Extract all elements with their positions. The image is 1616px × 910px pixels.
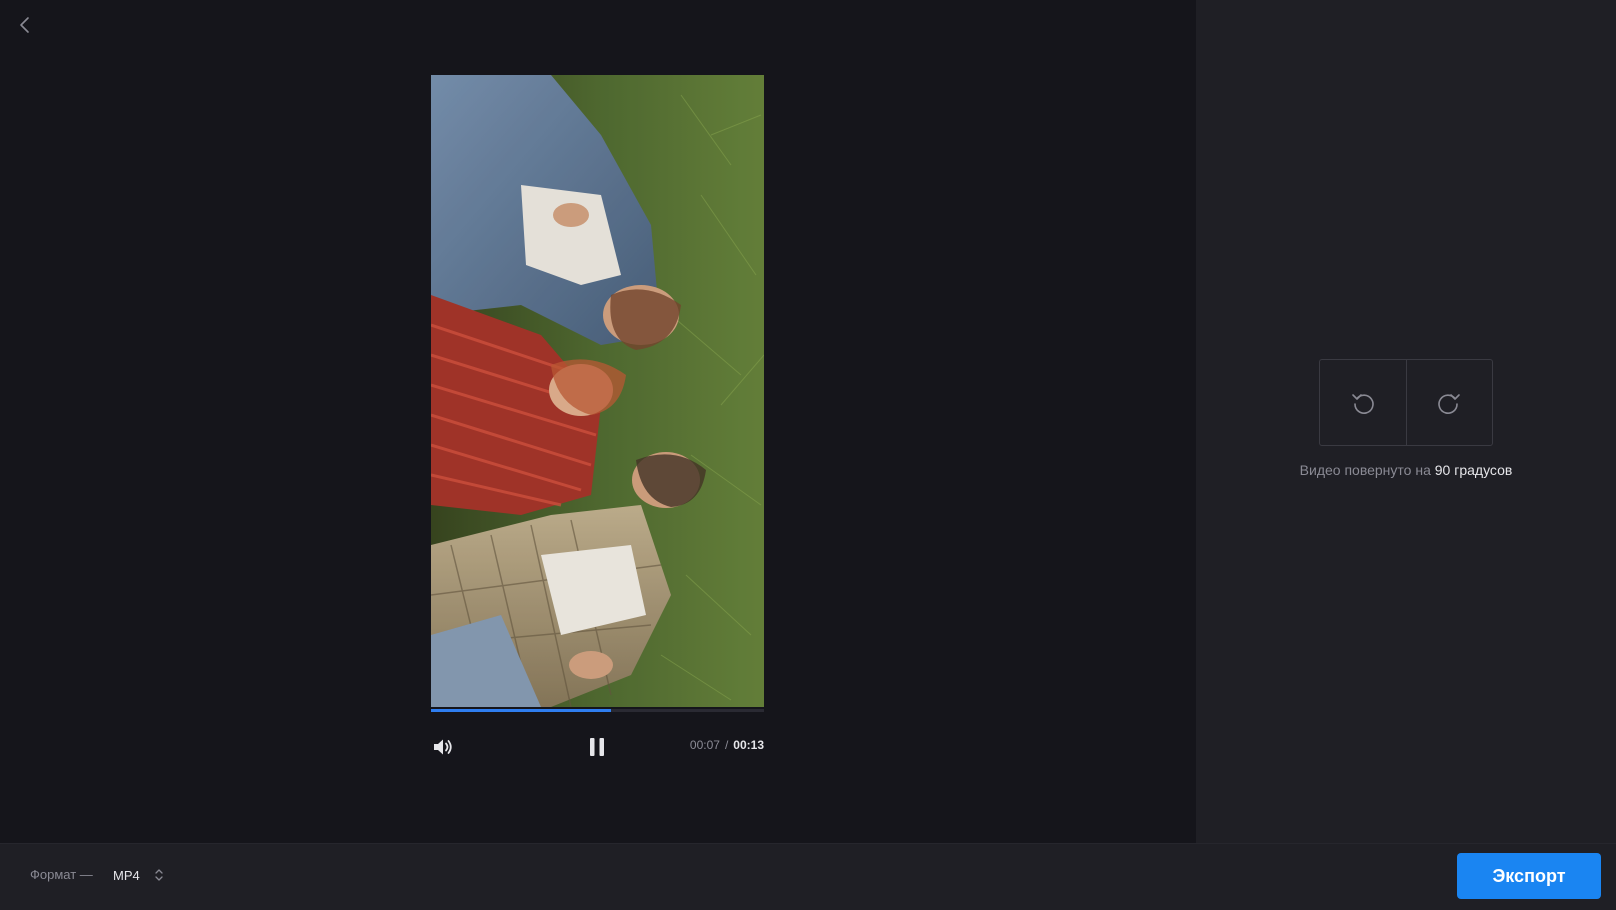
footer-bar: Формат — MP4 (0, 843, 1616, 910)
progress-bar[interactable] (431, 709, 764, 712)
chevron-up-down-icon (155, 869, 163, 881)
rotate-buttons (1319, 359, 1493, 446)
format-label: Формат — (30, 867, 93, 882)
rotate-cw-icon (1438, 393, 1461, 414)
pause-button[interactable] (585, 735, 609, 759)
rotation-status-prefix: Видео повернуто на (1299, 462, 1431, 478)
rotation-degrees: 90 градусов (1434, 462, 1513, 478)
player-controls: 00:07 / 00:13 (431, 732, 764, 762)
video-rotate-app: 00:07 / 00:13 Видео повернуто на 90 градус… (0, 0, 1616, 910)
time-display: 00:07 / 00:13 (690, 738, 764, 752)
rotate-ccw-icon (1351, 393, 1374, 414)
rotate-left-button[interactable] (1320, 360, 1406, 445)
rotate-right-button[interactable] (1405, 360, 1493, 445)
speaker-icon (434, 739, 452, 755)
rotation-status: Видео повернуто на 90 градусов (1196, 462, 1616, 478)
video-preview[interactable] (431, 75, 764, 707)
time-separator: / (724, 738, 729, 752)
preview-stage: 00:07 / 00:13 (0, 0, 1196, 843)
export-button[interactable]: Экспорт (1457, 853, 1601, 899)
total-time: 00:13 (733, 738, 764, 752)
format-value: MP4 (113, 867, 140, 883)
progress-fill (431, 709, 611, 712)
video-frame-image (431, 75, 764, 707)
pause-icon (590, 738, 604, 756)
volume-button[interactable] (431, 735, 455, 759)
chevron-left-icon (20, 17, 29, 33)
current-time: 00:07 (689, 738, 720, 752)
back-button[interactable] (10, 10, 40, 40)
format-select[interactable]: MP4 (113, 861, 164, 889)
